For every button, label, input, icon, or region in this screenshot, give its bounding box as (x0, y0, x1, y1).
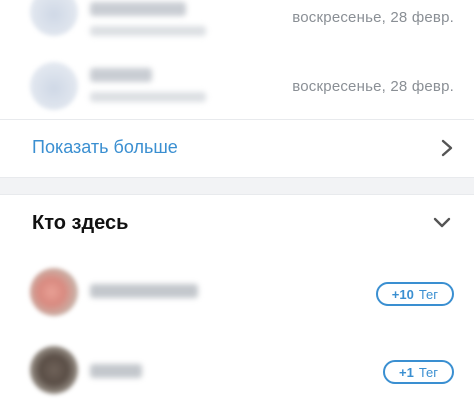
visit-date: воскресенье, 28 февр. (292, 9, 454, 26)
blurred-name (90, 284, 198, 298)
visit-row[interactable]: воскресенье, 28 февр. (0, 56, 474, 116)
avatar (30, 346, 78, 394)
avatar (30, 0, 78, 36)
tag-label: Тег (418, 364, 438, 380)
avatar (30, 62, 78, 110)
tag-button[interactable]: +1 Тег (382, 360, 454, 384)
blurred-subtitle (90, 26, 206, 36)
person-row[interactable]: +1 Тег (0, 336, 474, 400)
tag-count: +10 (391, 286, 414, 302)
chevron-down-icon[interactable] (432, 216, 452, 230)
tag-label: Тег (418, 286, 438, 302)
person-row[interactable]: +10 Тег (0, 262, 474, 326)
show-more-button[interactable]: Показать больше (0, 120, 474, 176)
blurred-name (90, 68, 152, 82)
show-more-label: Показать больше (32, 137, 178, 157)
blurred-subtitle (90, 92, 206, 102)
blurred-name (90, 364, 142, 378)
tag-button[interactable]: +10 Тег (375, 282, 454, 306)
visit-date: воскресенье, 28 февр. (292, 78, 454, 95)
chevron-right-icon (441, 139, 453, 157)
avatar (30, 268, 78, 316)
section-title: Кто здесь (32, 212, 129, 234)
section-separator (0, 177, 474, 195)
visit-row[interactable]: воскресенье, 28 февр. (0, 0, 474, 54)
tag-count: +1 (398, 364, 414, 380)
blurred-name (90, 2, 186, 16)
